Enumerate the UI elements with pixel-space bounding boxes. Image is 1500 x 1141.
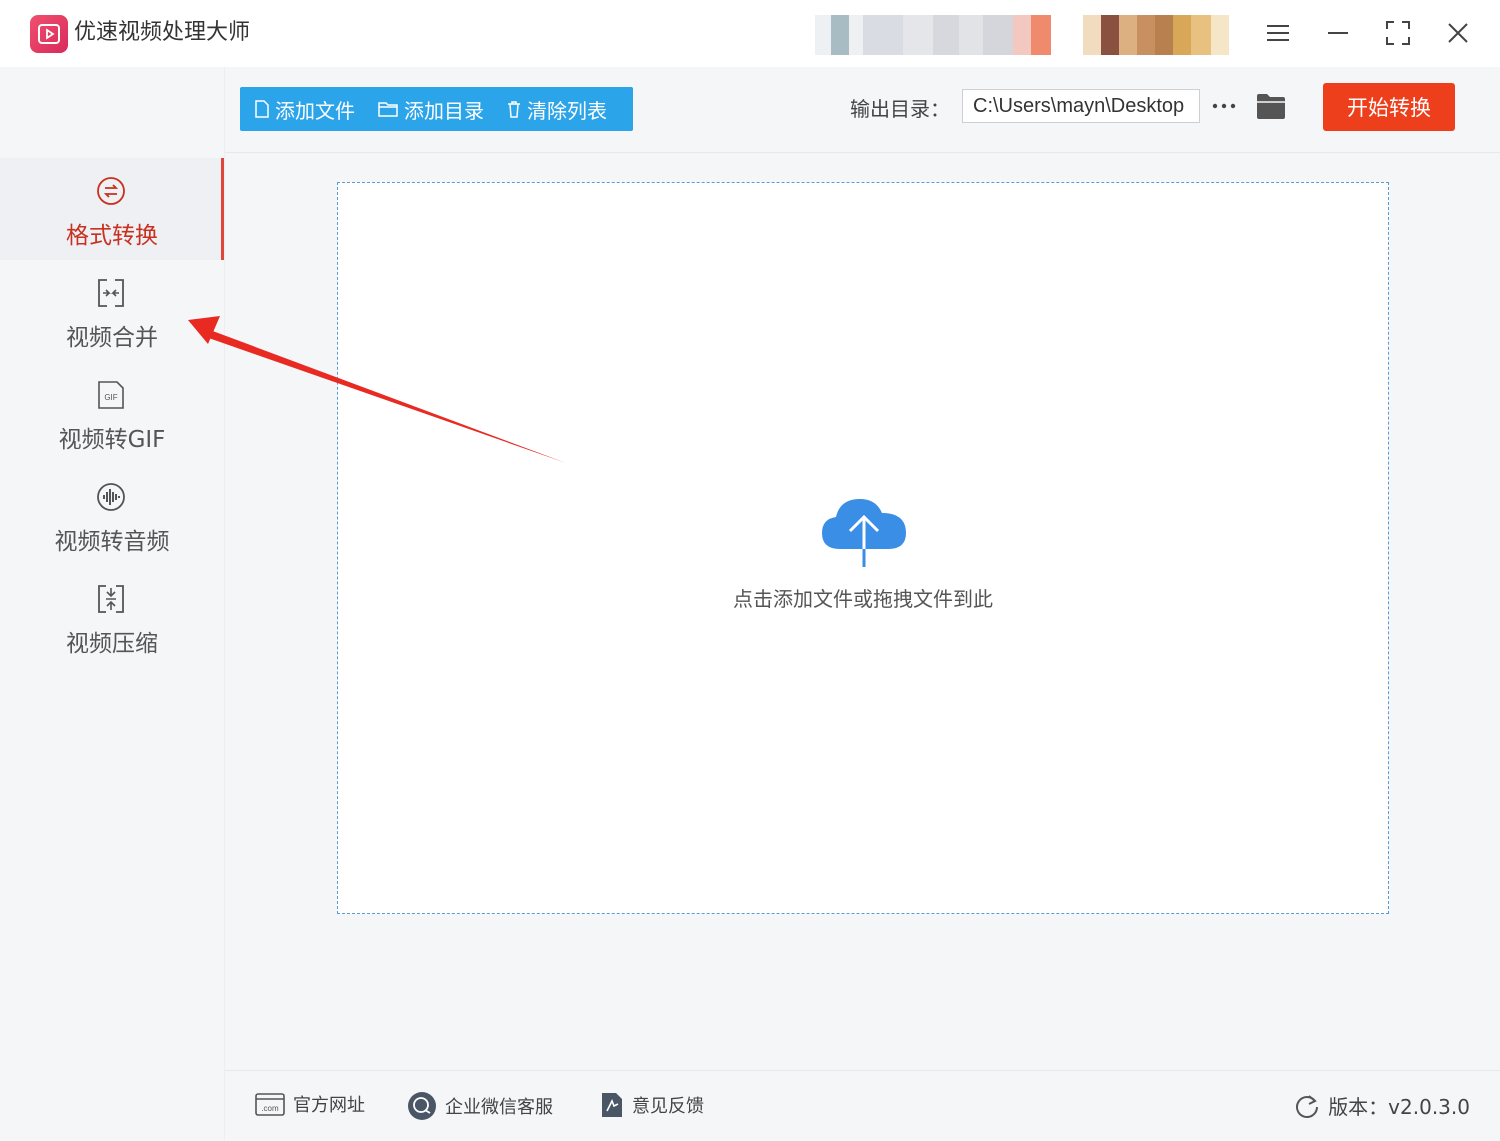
svg-text:GIF: GIF	[104, 393, 117, 402]
add-directory-button[interactable]: 添加目录	[363, 87, 492, 131]
close-icon[interactable]	[1438, 14, 1478, 52]
app-title: 优速视频处理大师	[74, 20, 251, 45]
version-info[interactable]: 版本：v2.0.3.0	[1294, 1091, 1470, 1120]
add-file-label: 添加文件	[275, 98, 355, 123]
start-convert-button[interactable]: 开始转换	[1323, 83, 1455, 131]
folder-outline-icon	[378, 102, 398, 117]
sidebar-item-video-compress[interactable]: 视频压缩	[0, 566, 224, 668]
blurred-account-info	[815, 15, 1051, 55]
file-drop-zone[interactable]: 点击添加文件或拖拽文件到此	[337, 182, 1389, 914]
file-action-group: 添加文件 添加目录 清除列表	[240, 87, 633, 131]
svg-text:.com: .com	[261, 1104, 279, 1113]
minimize-icon[interactable]	[1318, 14, 1358, 52]
drop-hint-text: 点击添加文件或拖拽文件到此	[733, 587, 993, 611]
app-logo-icon	[30, 15, 68, 53]
maximize-icon[interactable]	[1378, 14, 1418, 52]
sidebar: 格式转换 视频合并 GIF 视频转GIF 视频转音频 视频压缩	[0, 67, 225, 1140]
add-file-button[interactable]: 添加文件	[240, 87, 363, 131]
sidebar-item-format-convert[interactable]: 格式转换	[0, 158, 224, 260]
feedback-label: 意见反馈	[632, 1096, 704, 1117]
output-directory-input[interactable]	[962, 89, 1200, 123]
official-website-link[interactable]: .com 官方网址	[255, 1091, 365, 1117]
blurred-user-avatar	[1083, 15, 1229, 55]
wechat-support-link[interactable]: 企业微信客服	[407, 1091, 553, 1121]
footer: .com 官方网址 企业微信客服 意见反馈 版本：v2.0.3.0	[225, 1070, 1500, 1141]
website-icon: .com	[255, 1093, 285, 1116]
wechat-label: 企业微信客服	[445, 1097, 553, 1118]
sidebar-item-video-to-audio[interactable]: 视频转音频	[0, 464, 224, 566]
gif-icon: GIF	[98, 381, 124, 409]
clear-list-button[interactable]: 清除列表	[492, 87, 615, 131]
version-label: 版本：v2.0.3.0	[1328, 1095, 1470, 1119]
annotation-arrow	[188, 316, 566, 463]
sidebar-item-label: 视频压缩	[66, 631, 158, 657]
sidebar-item-label: 视频转音频	[54, 529, 170, 555]
clear-list-label: 清除列表	[527, 98, 607, 123]
output-directory-label: 输出目录：	[850, 97, 950, 121]
refresh-icon	[1296, 1094, 1319, 1118]
cloud-upload-icon	[822, 499, 906, 567]
feedback-icon	[602, 1093, 622, 1117]
merge-icon	[98, 279, 124, 307]
open-folder-icon[interactable]	[1255, 91, 1287, 121]
wechat-icon	[408, 1092, 436, 1120]
format-convert-icon	[97, 177, 125, 205]
feedback-link[interactable]: 意见反馈	[600, 1091, 704, 1119]
sidebar-item-label: 格式转换	[66, 223, 158, 249]
trash-icon	[508, 101, 520, 118]
menu-icon[interactable]	[1258, 14, 1298, 52]
more-options-icon[interactable]	[1209, 89, 1239, 123]
file-icon	[255, 100, 269, 118]
audio-icon	[97, 483, 125, 511]
website-label: 官方网址	[293, 1095, 365, 1116]
add-directory-label: 添加目录	[404, 98, 484, 123]
toolbar: 添加文件 添加目录 清除列表 输出目录： 开始转换	[225, 67, 1500, 153]
compress-icon	[98, 585, 124, 613]
title-bar: 优速视频处理大师	[0, 0, 1500, 67]
